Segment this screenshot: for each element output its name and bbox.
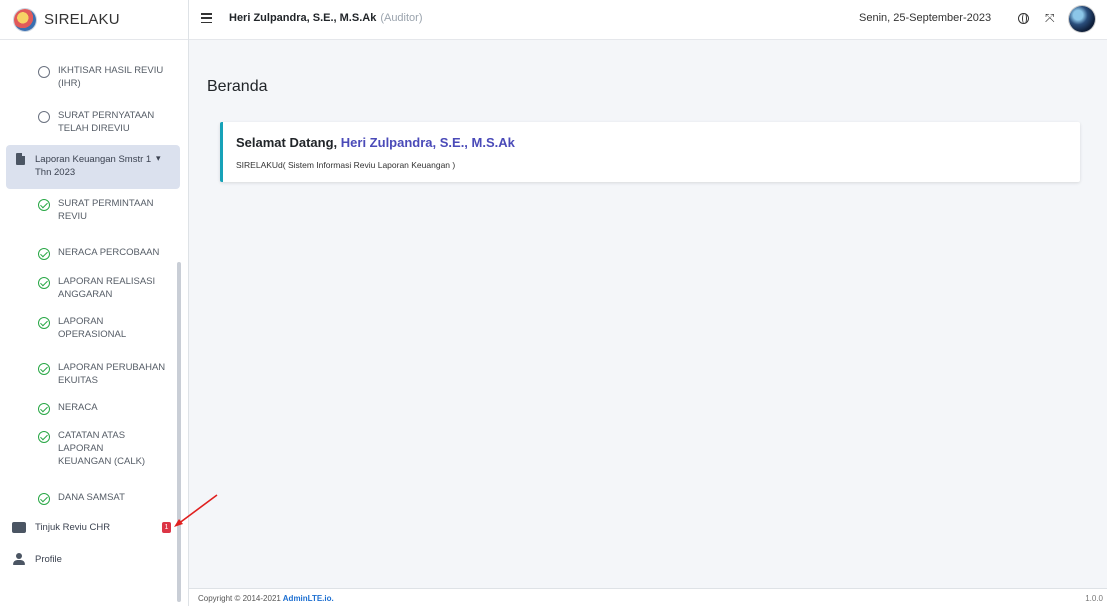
chevron-down-icon: ▾ [156, 153, 161, 163]
circle-icon [38, 111, 50, 123]
check-circle-icon [38, 199, 50, 211]
adminlte-link[interactable]: AdminLTE.io. [283, 594, 334, 603]
sidebar-item-label: SURAT PERMINTAAN REVIU [58, 198, 154, 222]
user-role: (Auditor) [380, 12, 423, 24]
sidebar-item-lo[interactable]: LAPORAN OPERASIONAL [0, 315, 148, 341]
sidebar-item-lra[interactable]: LAPORAN REALISASI ANGGARAN [0, 275, 178, 301]
sidebar-item-label: LAPORAN OPERASIONAL [58, 316, 127, 340]
check-circle-icon [38, 431, 50, 443]
copyright-text: Copyright © 2014-2021 [198, 594, 281, 603]
sidebar-item-label: Tinjuk Reviu CHR [35, 522, 111, 533]
top-navbar: Heri Zulpandra, S.E., M.S.Ak (Auditor) Se… [189, 0, 1107, 40]
inbox-icon [12, 522, 26, 533]
globe-icon[interactable] [1018, 13, 1029, 24]
brand-name: SIRELAKU [44, 11, 120, 28]
sidebar-item-lpe[interactable]: LAPORAN PERUBAHAN EKUITAS [0, 361, 183, 387]
sidebar-item-label: SURAT PERNYATAAN TELAH DIREVIU [58, 110, 155, 134]
sidebar-item-profile[interactable]: Profile [13, 553, 62, 565]
welcome-card: Selamat Datang, Heri Zulpandra, S.E., M.… [220, 122, 1080, 182]
sidebar-scrollbar[interactable] [177, 262, 181, 602]
header-user: Heri Zulpandra, S.E., M.S.Ak (Auditor) [229, 12, 423, 24]
avatar[interactable] [1069, 6, 1095, 32]
sidebar-item-label: CATATAN ATAS LAPORAN KEUANGAN (CaLK) [58, 430, 146, 467]
brand-logo-icon [14, 8, 36, 31]
check-circle-icon [38, 363, 50, 375]
sidebar-item-label: LAPORAN REALISASI ANGGARAN [58, 276, 156, 300]
sidebar: SIRELAKU IKHTISAR HASIL REVIU (IHR) SURA… [0, 0, 189, 606]
welcome-greeting: Selamat Datang, [236, 135, 338, 150]
sidebar-item-label: Laporan Keuangan Smstr 1 Thn 2023 [35, 154, 152, 178]
sidebar-item-laporan-keuangan[interactable]: Laporan Keuangan Smstr 1 Thn 2023 ▾ [6, 145, 180, 189]
welcome-title: Selamat Datang, Heri Zulpandra, S.E., M.… [236, 135, 515, 150]
footer: Copyright © 2014-2021 AdminLTE.io. 1.0.0 [189, 588, 1107, 606]
hamburger-menu-icon[interactable] [201, 13, 212, 24]
sidebar-item-label: LAPORAN PERUBAHAN EKUITAS [58, 362, 166, 386]
sidebar-item-neraca[interactable]: NERACA [0, 401, 178, 415]
footer-copyright: Copyright © 2014-2021 AdminLTE.io. [198, 594, 334, 603]
page-title: Beranda [207, 78, 268, 95]
fullscreen-icon[interactable]: ⤧ [1045, 11, 1055, 26]
circle-icon [38, 66, 50, 78]
sidebar-item-label: NERACA [58, 402, 98, 413]
brand[interactable]: SIRELAKU [0, 0, 188, 40]
sidebar-item-surat-pernyataan[interactable]: SURAT PERNYATAAN TELAH DIREVIU [0, 109, 178, 135]
sidebar-item-dana-samsat[interactable]: DANA SAMSAT [0, 491, 178, 505]
welcome-user-name: Heri Zulpandra, S.E., M.S.Ak [340, 135, 515, 150]
sidebar-item-label: IKHTISAR HASIL REVIU (IHR) [58, 65, 164, 89]
sidebar-item-calk[interactable]: CATATAN ATAS LAPORAN KEUANGAN (CaLK) [0, 429, 168, 468]
sidebar-item-neraca-percobaan[interactable]: NERACA PERCOBAAN [0, 246, 193, 260]
file-icon [16, 153, 25, 165]
welcome-subtitle: SIRELAKUd( Sistem Informasi Reviu Lapora… [236, 160, 456, 170]
check-circle-icon [38, 403, 50, 415]
sidebar-item-label: Profile [35, 553, 62, 565]
sidebar-item-tinjuk-reviu[interactable]: Tinjuk Reviu CHR [12, 522, 110, 533]
check-circle-icon [38, 317, 50, 329]
check-circle-icon [38, 277, 50, 289]
sidebar-item-ihr[interactable]: IKHTISAR HASIL REVIU (IHR) [0, 64, 188, 90]
check-circle-icon [38, 248, 50, 260]
sidebar-item-surat-permintaan[interactable]: SURAT PERMINTAAN REVIU [0, 197, 178, 223]
footer-version: 1.0.0 [1085, 594, 1103, 603]
annotation-arrow-icon [174, 494, 218, 527]
user-icon [13, 553, 25, 565]
header-date: Senin, 25-September-2023 [859, 12, 992, 24]
sidebar-item-label: DANA SAMSAT [58, 492, 125, 503]
user-name: Heri Zulpandra, S.E., M.S.Ak [229, 12, 377, 24]
check-circle-icon [38, 493, 50, 505]
sidebar-item-label: NERACA PERCOBAAN [58, 247, 160, 258]
